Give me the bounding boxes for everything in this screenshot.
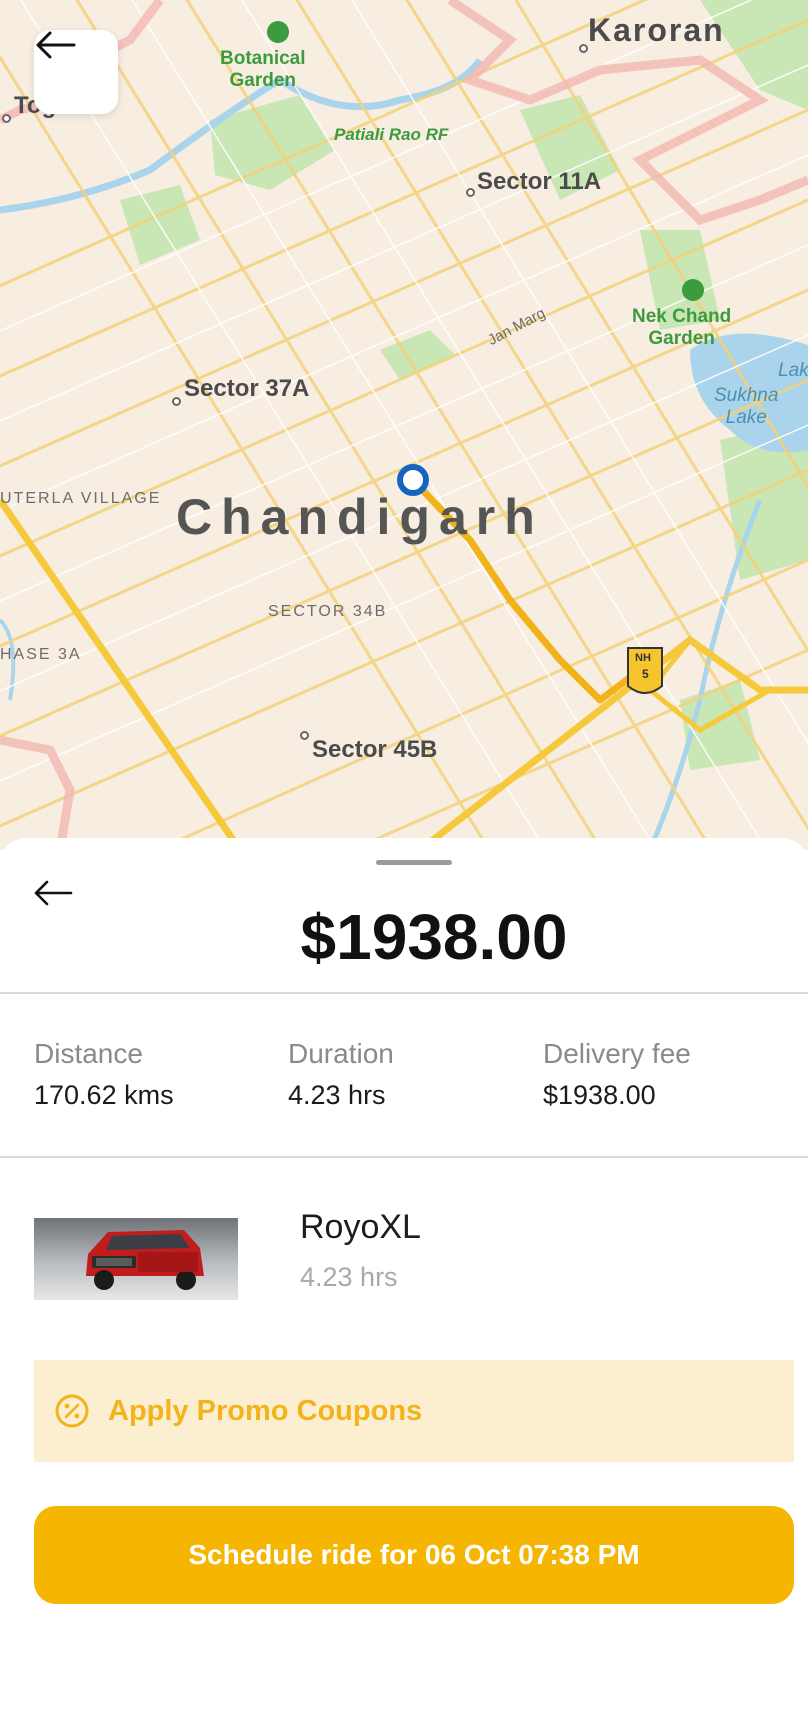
map-label-sector-37a: Sector 37A [184,375,310,402]
divider [0,1156,808,1158]
map-label-city: Chandigarh [176,489,544,545]
sheet-drag-handle[interactable] [376,860,452,865]
nh-badge-number: 5 [642,667,649,681]
place-marker [579,44,588,53]
map-label-sukhna-lake: Sukhna Lake [714,385,779,428]
place-marker [172,397,181,406]
map-label-phase-3a: HASE 3A [0,646,82,663]
stat-label: Distance [34,1038,143,1069]
map-label-botanical-garden: Botanical Garden [220,48,306,91]
ride-summary-sheet: $1938.00 Distance 170.62 kms Duration 4.… [0,838,808,1717]
stat-value: 170.62 kms [34,1080,174,1110]
map-label-karoran: Karoran [588,12,725,48]
vehicle-image [34,1218,238,1300]
fare-price: $1938.00 [300,901,568,973]
apply-promo-button[interactable]: Apply Promo Coupons [34,1360,794,1462]
percent-badge-icon [55,1394,89,1428]
place-marker [466,188,475,197]
map-view[interactable]: Karoran Toga Botanical Garden Patiali Ra… [0,0,808,850]
place-marker [2,114,11,123]
divider [0,992,808,994]
stat-duration: Duration 4.23 hrs [288,1038,394,1111]
schedule-ride-button[interactable]: Schedule ride for 06 Oct 07:38 PM [34,1506,794,1604]
vehicle-duration: 4.23 hrs [300,1262,398,1292]
map-label-buterla: UTERLA VILLAGE [0,490,162,507]
map-label-sector-45b: Sector 45B [312,736,438,763]
map-label-sector-34b: SECTOR 34B [268,603,388,620]
promo-label: Apply Promo Coupons [108,1394,423,1427]
arrow-left-icon [36,31,76,59]
stat-delivery-fee: Delivery fee $1938.00 [543,1038,691,1111]
map-label-lake: Lak [778,360,808,381]
car-image [34,1218,238,1300]
stat-label: Duration [288,1038,394,1069]
place-marker [300,731,309,740]
nh-badge-label: NH [635,652,651,664]
map-label-nek-chand: Nek Chand Garden [632,306,732,349]
stat-distance: Distance 170.62 kms [34,1038,174,1111]
map-back-button[interactable] [34,30,118,114]
stat-label: Delivery fee [543,1038,691,1069]
map-label-patiali-rao: Patiali Rao RF [334,125,449,144]
map-label-sector-11a: Sector 11A [477,168,602,195]
stat-value: 4.23 hrs [288,1080,386,1110]
vehicle-name: RoyoXL [300,1208,421,1246]
stat-value: $1938.00 [543,1080,656,1110]
